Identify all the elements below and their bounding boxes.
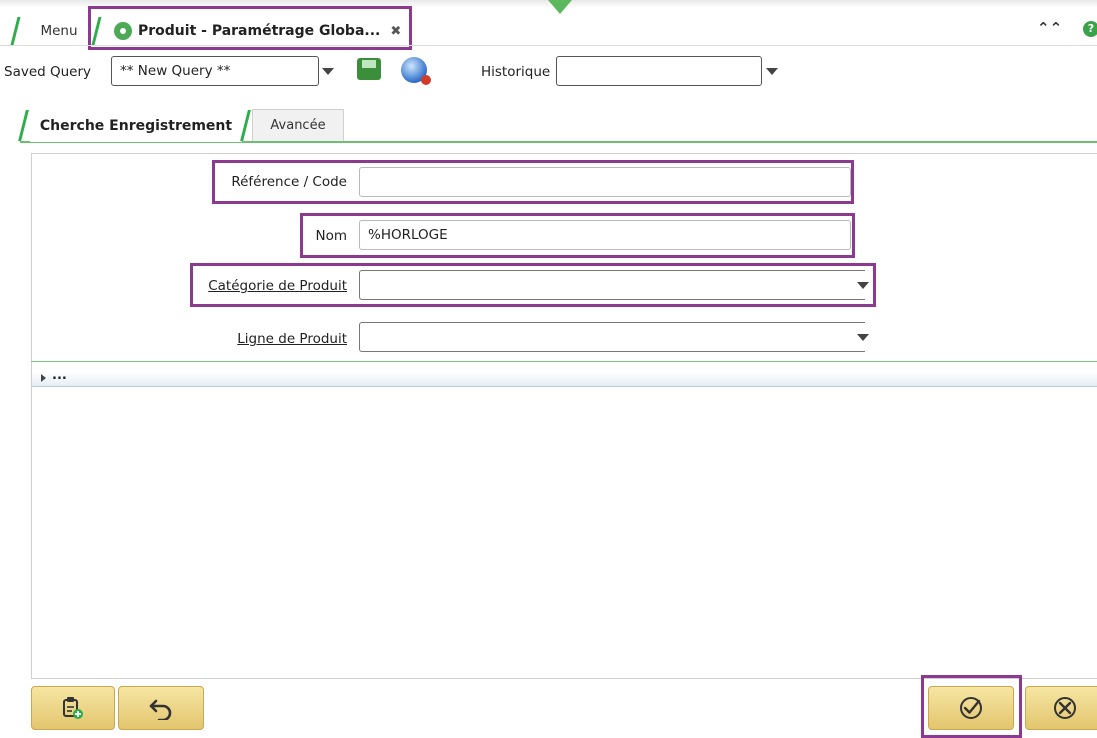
globe-icon[interactable] — [401, 57, 431, 85]
ligne-dropdown-arrow-icon[interactable] — [857, 334, 869, 341]
tab-menu[interactable]: Menu — [24, 17, 94, 45]
ligne-select[interactable] — [359, 322, 865, 352]
tab-separator — [10, 17, 21, 45]
collapse-icon[interactable]: ⌃⌃ — [1037, 19, 1062, 37]
historique-select[interactable] — [556, 56, 762, 86]
historique-dropdown-arrow-icon[interactable] — [766, 68, 778, 75]
tab-cherche-enregistrement[interactable]: Cherche Enregistrement — [30, 109, 242, 142]
section-tab-separator — [18, 110, 29, 141]
undo-icon — [149, 699, 172, 720]
nom-label: Nom — [315, 228, 347, 244]
categorie-select[interactable] — [359, 270, 865, 300]
saved-query-dropdown-arrow-icon[interactable] — [322, 68, 334, 75]
new-record-icon — [63, 697, 83, 719]
categorie-dropdown-arrow-icon[interactable] — [857, 282, 869, 289]
tab-avancee-label: Avancée — [270, 118, 326, 133]
gear-icon — [114, 22, 132, 40]
saved-query-label: Saved Query — [4, 64, 92, 80]
close-icon[interactable]: ✖ — [390, 24, 401, 39]
tab-bar-divider — [0, 45, 1097, 46]
reference-input[interactable] — [359, 167, 851, 197]
save-icon[interactable] — [357, 58, 381, 80]
help-icon[interactable]: ? — [1083, 21, 1097, 37]
cancel-button[interactable] — [1025, 686, 1097, 730]
saved-query-value: ** New Query ** — [120, 63, 231, 79]
tab-produit-label: Produit - Paramétrage Globa... — [138, 23, 381, 39]
cancel-circle-icon — [1054, 697, 1076, 719]
expand-more-bar[interactable]: ... — [32, 368, 1097, 387]
tab-menu-label: Menu — [40, 23, 78, 39]
check-circle-icon — [960, 697, 982, 719]
reference-label: Référence / Code — [231, 174, 347, 190]
ok-button[interactable] — [928, 686, 1014, 730]
tab-cherche-label: Cherche Enregistrement — [39, 117, 233, 134]
nom-value: %HORLOGE — [368, 227, 448, 243]
green-notch-marker — [548, 0, 572, 14]
tab-avancee[interactable]: Avancée — [252, 109, 344, 141]
tab-produit[interactable]: Produit - Paramétrage Globa... ✖ — [100, 17, 410, 45]
nom-input[interactable]: %HORLOGE — [359, 220, 851, 250]
top-tab-bar: Menu Produit - Paramétrage Globa... ✖ ⌃⌃… — [0, 0, 1097, 50]
expand-label: ... — [52, 368, 67, 383]
saved-query-select[interactable]: ** New Query ** — [111, 56, 319, 86]
historique-label: Historique — [481, 64, 551, 80]
undo-button[interactable] — [118, 686, 204, 730]
new-record-button[interactable] — [31, 686, 115, 730]
ligne-link[interactable]: Ligne de Produit — [226, 331, 347, 347]
form-separator — [31, 361, 1097, 362]
expand-arrow-icon — [41, 374, 46, 382]
categorie-link[interactable]: Catégorie de Produit — [196, 278, 347, 294]
